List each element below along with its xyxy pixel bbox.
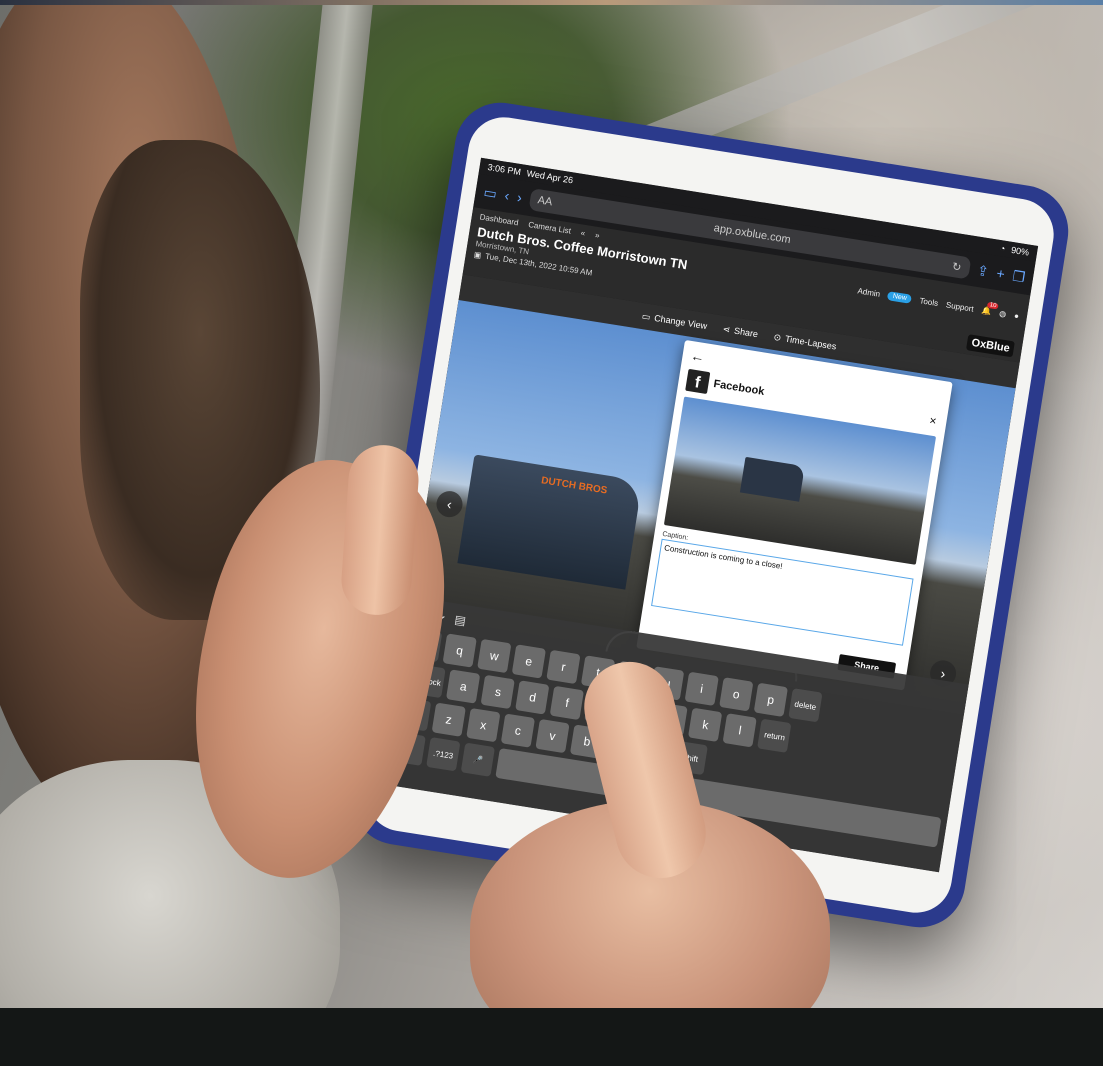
- user-icon[interactable]: ●: [1013, 311, 1019, 321]
- prev-photo-button[interactable]: ‹: [434, 489, 465, 519]
- nav-next[interactable]: »: [594, 231, 600, 241]
- share-button-toolbar[interactable]: ⋖ Share: [722, 323, 759, 339]
- key-c[interactable]: c: [500, 713, 536, 748]
- key-delete[interactable]: delete: [788, 688, 823, 723]
- share-panel: ← × f Facebook Caption: Construction is …: [636, 339, 953, 691]
- url-text: app.oxblue.com: [712, 222, 792, 247]
- monitor-icon: ▭: [641, 310, 652, 322]
- notification-count: 10: [987, 301, 999, 310]
- key-l[interactable]: l: [722, 713, 758, 748]
- new-tab-icon[interactable]: +: [995, 265, 1006, 282]
- key-s[interactable]: s: [480, 674, 516, 710]
- key-x[interactable]: x: [466, 707, 501, 743]
- share-icon[interactable]: ⇪: [976, 261, 990, 280]
- nav-prev[interactable]: «: [580, 228, 586, 238]
- text-size-button[interactable]: AA: [537, 194, 553, 208]
- key-return[interactable]: return: [757, 718, 792, 753]
- key-v[interactable]: v: [535, 718, 570, 754]
- key-p[interactable]: p: [753, 682, 789, 717]
- left-thumb: [339, 442, 421, 618]
- key-w[interactable]: w: [477, 638, 512, 674]
- time-lapses-button[interactable]: ⊙ Time-Lapses: [773, 331, 837, 352]
- top-edge: [0, 0, 1103, 5]
- key-q[interactable]: q: [442, 633, 477, 668]
- microphone-key-icon[interactable]: 🎤: [460, 742, 496, 777]
- key-e[interactable]: e: [511, 644, 547, 679]
- photo-scene: 3:06 PM Wed Apr 26 ◔ 90% ▭ ‹ › AA app.ox…: [0, 0, 1103, 1066]
- share-icon-small: ⋖: [722, 323, 732, 335]
- key-a[interactable]: a: [446, 669, 481, 704]
- play-icon: ⊙: [773, 331, 783, 343]
- tablet-screen: 3:06 PM Wed Apr 26 ◔ 90% ▭ ‹ › AA app.ox…: [381, 157, 1039, 873]
- calendar-icon: ▣: [473, 249, 483, 260]
- wifi-icon: ◔: [999, 243, 1007, 254]
- time-lapses-label: Time-Lapses: [784, 333, 838, 352]
- reload-icon[interactable]: ↻: [951, 259, 962, 273]
- share-label: Share: [733, 325, 759, 340]
- change-view-button[interactable]: ▭ Change View: [641, 310, 708, 331]
- sidebar-icon[interactable]: ▭: [482, 183, 499, 202]
- key-numbers[interactable]: .?123: [426, 737, 461, 772]
- key-i[interactable]: i: [684, 671, 719, 707]
- network-name: Facebook: [712, 378, 766, 398]
- bell-icon[interactable]: 🔔 10: [981, 301, 999, 316]
- bottom-dark-band: [0, 1008, 1103, 1066]
- building: [457, 454, 643, 590]
- key-o[interactable]: o: [719, 677, 754, 712]
- key-f[interactable]: f: [550, 685, 585, 721]
- facebook-icon: f: [685, 368, 711, 395]
- key-d[interactable]: d: [515, 680, 550, 715]
- key-k[interactable]: k: [688, 707, 723, 743]
- globe-icon[interactable]: ◍: [999, 309, 1007, 319]
- paste-icon[interactable]: ▤: [454, 612, 467, 628]
- change-view-label: Change View: [653, 312, 708, 332]
- back-icon[interactable]: ‹: [504, 187, 511, 204]
- tabs-icon[interactable]: ❐: [1011, 267, 1026, 286]
- key-r[interactable]: r: [546, 649, 581, 685]
- battery-level: 90%: [1010, 244, 1030, 258]
- key-z[interactable]: z: [431, 702, 466, 737]
- forward-icon[interactable]: ›: [516, 189, 523, 206]
